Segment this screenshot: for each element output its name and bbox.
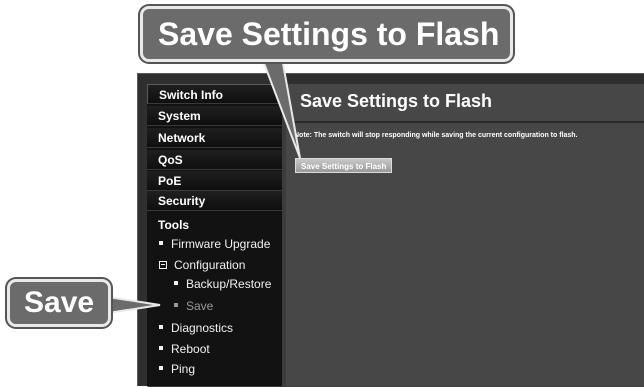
save-callout-pointer <box>107 295 161 315</box>
top-callout-pointer <box>260 57 301 159</box>
callout-save-settings-to-flash: Save Settings to Flash <box>140 6 513 62</box>
callout-save: Save <box>7 279 111 327</box>
